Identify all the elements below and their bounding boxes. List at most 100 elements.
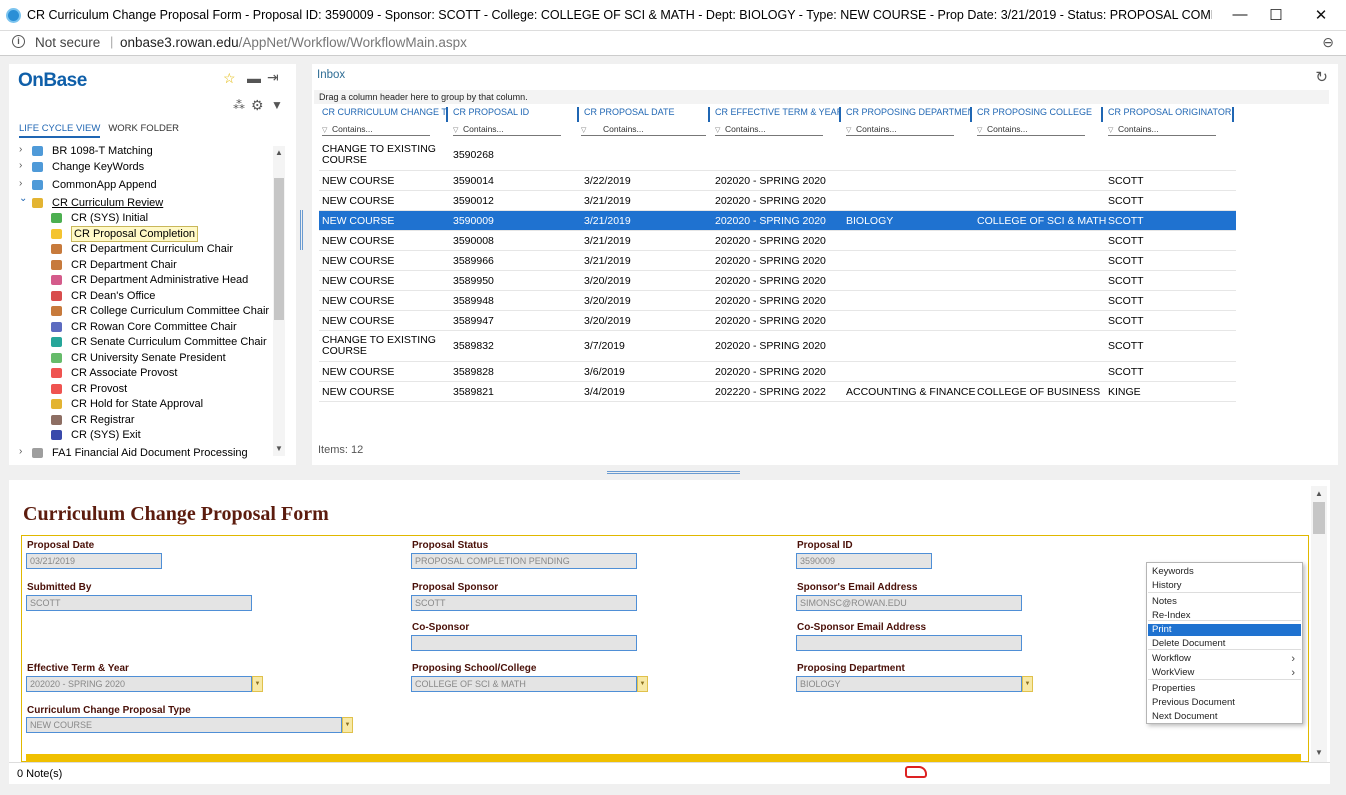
table-row[interactable]: NEW COURSE 3589821 3/4/2019 202220 - SPRING…	[319, 382, 1236, 402]
menu-item[interactable]: History	[1148, 580, 1301, 592]
favorite-star-icon[interactable]: ☆	[223, 70, 236, 87]
tab-life-cycle-view[interactable]: LIFE CYCLE VIEW	[19, 123, 101, 138]
stapler-icon[interactable]	[905, 766, 927, 778]
table-cell: 3/4/2019	[584, 386, 625, 398]
table-row[interactable]: NEW COURSE 3589947 3/20/2019 202020 - SPRIN…	[319, 311, 1236, 331]
chevron-down-icon[interactable]: ⌄	[19, 193, 27, 204]
horizontal-splitter[interactable]	[607, 471, 740, 474]
menu-item[interactable]: Properties	[1148, 683, 1301, 695]
sponsor-email-field[interactable]: SIMONSC@ROWAN.EDU	[796, 595, 1022, 611]
maximize-button[interactable]: ☐	[1261, 6, 1291, 24]
column-filter[interactable]: ▽ Contains...	[322, 124, 430, 136]
filter-funnel-icon: ▽	[846, 127, 852, 134]
viewer-scroll-down-icon[interactable]: ▼	[1315, 748, 1323, 757]
url-domain: onbase3.rowan.edu	[120, 35, 239, 50]
table-cell: SCOTT	[1108, 195, 1144, 207]
minimize-button[interactable]: —	[1225, 6, 1255, 23]
column-header[interactable]: CR PROPOSAL ID	[450, 107, 579, 122]
proposal-sponsor-field[interactable]: SCOTT	[411, 595, 637, 611]
scroll-down-arrow-icon[interactable]: ▼	[275, 444, 283, 453]
tree-node-icon	[51, 353, 62, 363]
address-bar[interactable]: i Not secure | onbase3.rowan.edu/AppNet/…	[0, 31, 1346, 56]
chevron-right-icon[interactable]: ›	[19, 144, 22, 155]
table-row[interactable]: NEW COURSE 3589966 3/21/2019 202020 - SPRIN…	[319, 251, 1236, 271]
menu-item[interactable]: Keywords	[1148, 566, 1301, 578]
column-header[interactable]: CR PROPOSING COLLEGE	[974, 107, 1103, 122]
url-text[interactable]: onbase3.rowan.edu/AppNet/Workflow/Workfl…	[120, 35, 467, 50]
table-row[interactable]: NEW COURSE 3590009 3/21/2019 202020 - SPRIN…	[319, 211, 1236, 231]
zoom-icon[interactable]: ⊖	[1322, 34, 1334, 51]
column-filter[interactable]: ▽ Contains...	[715, 124, 823, 136]
scroll-thumb[interactable]	[274, 178, 284, 320]
chevron-right-icon[interactable]: ›	[19, 160, 22, 171]
viewer-scroll-thumb[interactable]	[1313, 502, 1325, 534]
menu-item[interactable]: Re-Index	[1148, 610, 1301, 622]
column-filter[interactable]: ▽ Contains...	[453, 124, 561, 136]
tree-item-label: CR Provost	[71, 383, 128, 395]
info-icon[interactable]: i	[12, 35, 25, 48]
column-filter[interactable]: ▽ Contains...	[1108, 124, 1216, 136]
nodes-icon[interactable]: ⁂	[233, 98, 245, 112]
chevron-right-icon[interactable]: ›	[19, 446, 22, 457]
layout-icon[interactable]: ▬	[247, 70, 261, 86]
proposal-id-field[interactable]: 3590009	[796, 553, 932, 569]
column-header[interactable]: CR EFFECTIVE TERM & YEAR	[712, 107, 841, 122]
refresh-icon[interactable]: ↻	[1315, 68, 1328, 86]
column-header[interactable]: CR PROPOSAL ORIGINATOR	[1105, 107, 1234, 122]
tree-scrollbar[interactable]: ▲ ▼	[273, 146, 285, 456]
menu-item[interactable]: Workflow ›	[1148, 653, 1301, 665]
filter-funnel-icon: ▽	[715, 127, 721, 134]
browser-globe-icon	[6, 8, 21, 23]
menu-item[interactable]: Next Document	[1148, 711, 1301, 723]
menu-item-label: Re-Index	[1152, 610, 1191, 621]
pin-icon[interactable]: ⇥	[267, 69, 279, 86]
group-by-area[interactable]: Drag a column header here to group by th…	[314, 90, 1329, 104]
proposal-date-field[interactable]: 03/21/2019	[26, 553, 162, 569]
tree-item-label: CR Senate Curriculum Committee Chair	[71, 336, 267, 348]
viewer-scroll-up-icon[interactable]: ▲	[1315, 489, 1323, 498]
viewer-scrollbar[interactable]: ▲ ▼	[1311, 486, 1327, 762]
school-field[interactable]: COLLEGE OF SCI & MATH	[411, 676, 637, 692]
menu-item[interactable]: Previous Document	[1148, 697, 1301, 709]
proposal-status-field[interactable]: PROPOSAL COMPLETION PENDING	[411, 553, 637, 569]
tab-work-folder[interactable]: WORK FOLDER	[108, 123, 179, 136]
table-cell: NEW COURSE	[322, 386, 395, 398]
table-row[interactable]: CHANGE TO EXISTING COURSE 3590268	[319, 140, 1236, 171]
table-row[interactable]: NEW COURSE 3589948 3/20/2019 202020 - SPRIN…	[319, 291, 1236, 311]
gear-icon[interactable]: ⚙	[251, 97, 264, 114]
type-dropdown-icon[interactable]: ▼	[342, 717, 353, 733]
type-field[interactable]: NEW COURSE	[26, 717, 342, 733]
column-header[interactable]: CR PROPOSAL DATE	[581, 107, 710, 122]
submitted-by-field[interactable]: SCOTT	[26, 595, 252, 611]
school-dropdown-icon[interactable]: ▼	[637, 676, 648, 692]
term-field[interactable]: 202020 - SPRING 2020	[26, 676, 252, 692]
close-button[interactable]: ✕	[1306, 6, 1336, 24]
notes-count[interactable]: 0 Note(s)	[17, 768, 62, 780]
table-row[interactable]: CHANGE TO EXISTING COURSE 3589832 3/7/2019…	[319, 331, 1236, 362]
cosponsor-field[interactable]	[411, 635, 637, 651]
menu-item-label: Next Document	[1152, 711, 1218, 722]
table-cell: 202020 - SPRING 2020	[715, 175, 826, 187]
vertical-splitter[interactable]	[300, 210, 303, 250]
table-row[interactable]: NEW COURSE 3590008 3/21/2019 202020 - SPRIN…	[319, 231, 1236, 251]
table-row[interactable]: NEW COURSE 3590014 3/22/2019 202020 - SPRIN…	[319, 171, 1236, 191]
scroll-up-arrow-icon[interactable]: ▲	[275, 148, 283, 157]
table-row[interactable]: NEW COURSE 3589828 3/6/2019 202020 - SPRING…	[319, 362, 1236, 382]
menu-item[interactable]: Delete Document	[1148, 638, 1301, 650]
table-row[interactable]: NEW COURSE 3590012 3/21/2019 202020 - SPRIN…	[319, 191, 1236, 211]
cosponsor-email-field[interactable]	[796, 635, 1022, 651]
term-dropdown-icon[interactable]: ▼	[252, 676, 263, 692]
filter-icon[interactable]: ▼	[271, 98, 283, 112]
menu-item[interactable]: Notes	[1148, 596, 1301, 608]
column-header[interactable]: CR PROPOSING DEPARTMENT	[843, 107, 972, 122]
dept-dropdown-icon[interactable]: ▼	[1022, 676, 1033, 692]
column-header[interactable]: CR CURRICULUM CHANGE TY...	[319, 107, 448, 122]
column-filter[interactable]: ▽ Contains...	[581, 124, 706, 136]
table-row[interactable]: NEW COURSE 3589950 3/20/2019 202020 - SPRIN…	[319, 271, 1236, 291]
menu-item[interactable]: WorkView ›	[1148, 667, 1301, 679]
menu-item[interactable]: Print	[1148, 624, 1301, 636]
column-filter[interactable]: ▽ Contains...	[977, 124, 1085, 136]
chevron-right-icon[interactable]: ›	[19, 178, 22, 189]
dept-field[interactable]: BIOLOGY	[796, 676, 1022, 692]
column-filter[interactable]: ▽ Contains...	[846, 124, 954, 136]
